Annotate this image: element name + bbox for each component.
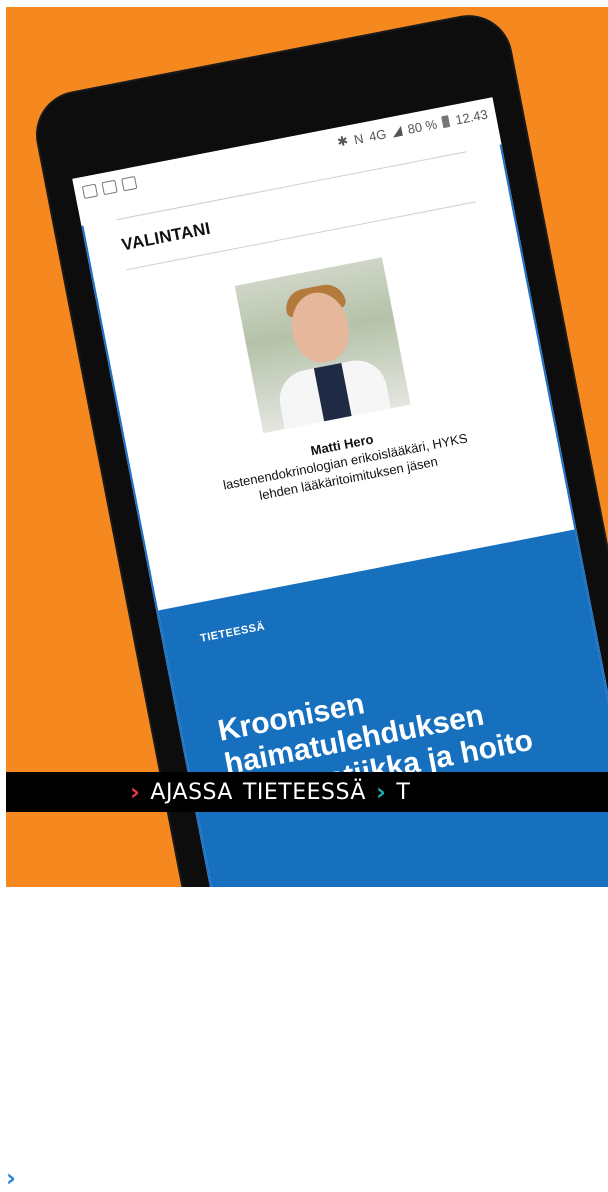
nav-item-tieteessa[interactable]: TIETEESSÄ <box>243 780 366 805</box>
clock: 12.43 <box>454 106 489 128</box>
signal-icon: ◢ <box>390 122 404 139</box>
sim-icon <box>81 183 98 199</box>
person-title: lastenendokrinologian erikoislääkäri, HY… <box>221 430 469 493</box>
nfc-icon: N <box>352 130 365 147</box>
section-kicker: TIETEESSÄ <box>199 620 266 645</box>
status-right: ✱ N 4G ◢ 80 % 12.43 <box>336 106 489 151</box>
nav-item-t[interactable]: T <box>396 780 410 805</box>
battery-icon <box>441 114 451 129</box>
signal-label: 4G <box>367 125 388 144</box>
nav-item-ajassa[interactable]: AJASSA <box>150 780 233 805</box>
image-icon <box>121 175 138 191</box>
notification-icons <box>81 175 138 199</box>
battery-percent: 80 % <box>406 115 439 137</box>
cards-icon <box>101 179 118 195</box>
bluetooth-icon: ✱ <box>335 132 350 150</box>
orange-background: ✱ N 4G ◢ 80 % 12.43 VALINTANI Matti Hero… <box>6 7 608 887</box>
section-nav-bar: › AJASSA › TIETEESSÄ › T <box>6 772 608 1192</box>
chevron-right-icon: › <box>375 778 387 806</box>
phone-device: ✱ N 4G ◢ 80 % 12.43 VALINTANI Matti Hero… <box>30 9 608 887</box>
person-photo <box>234 257 411 434</box>
phone-screen: ✱ N 4G ◢ 80 % 12.43 VALINTANI Matti Hero… <box>72 97 608 887</box>
chevron-right-icon: › <box>130 778 141 806</box>
article-teaser[interactable]: TIETEESSÄ Kroonisen haimatulehduksen dia… <box>158 529 608 887</box>
